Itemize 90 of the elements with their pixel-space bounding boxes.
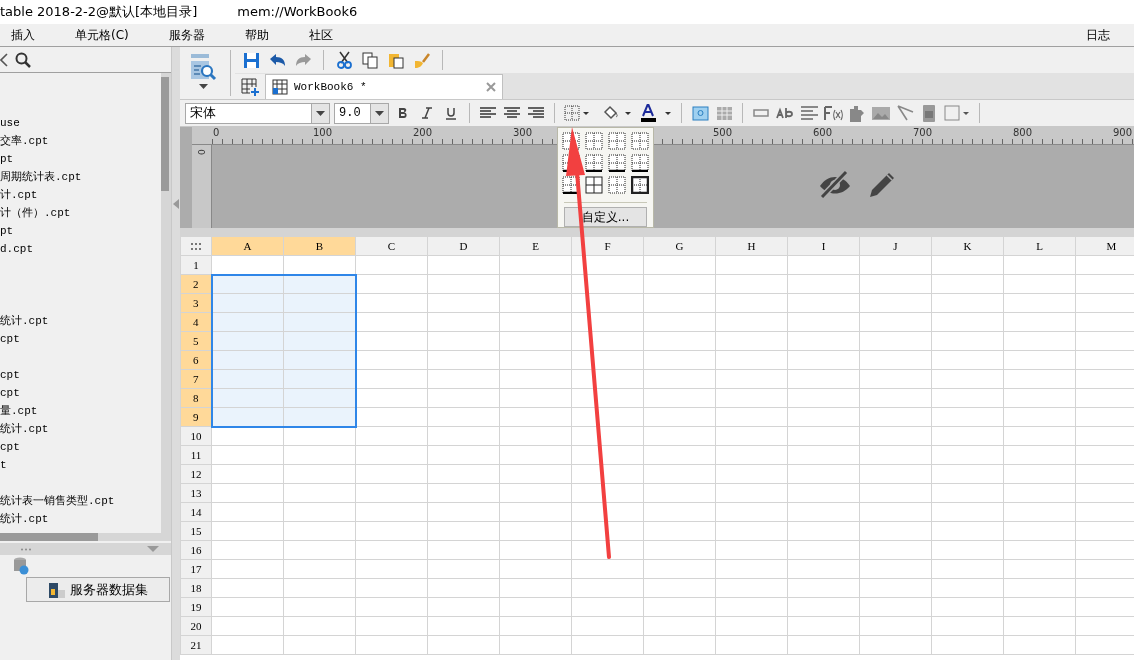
column-header[interactable]: G xyxy=(643,236,716,256)
column-header[interactable]: F xyxy=(571,236,644,256)
column-header[interactable]: B xyxy=(283,236,356,256)
custom-border-button[interactable]: 自定义... xyxy=(564,207,647,227)
preview-icon[interactable] xyxy=(189,53,217,81)
file-item[interactable]: d.cpt xyxy=(0,243,33,255)
collapse-icon[interactable] xyxy=(147,546,159,552)
log-menu-item[interactable]: 日志 xyxy=(1086,26,1110,44)
menu-item[interactable]: 插入 xyxy=(0,26,46,44)
column-header[interactable]: H xyxy=(715,236,788,256)
ruler-label: 0 xyxy=(196,149,207,155)
formula-icon[interactable] xyxy=(823,103,843,123)
caret-icon[interactable] xyxy=(375,110,384,116)
drag-handle-icon[interactable] xyxy=(20,547,32,551)
border-option-icon[interactable] xyxy=(585,176,603,194)
sheet-icon xyxy=(272,79,288,95)
paragraph-icon[interactable] xyxy=(799,103,819,123)
border-icon[interactable] xyxy=(563,103,591,123)
ruler-label: 900 xyxy=(1113,128,1133,138)
column-header[interactable]: I xyxy=(787,236,860,256)
workbook-tab[interactable]: WorkBook6 * xyxy=(265,74,503,99)
window-title: table 2018-2-2@默认[本地目录] xyxy=(0,3,198,22)
ruler-label: 800 xyxy=(1013,128,1033,138)
file-item[interactable]: 统计.cpt xyxy=(0,423,49,435)
ruler-label: 100 xyxy=(313,128,333,138)
file-item[interactable]: t xyxy=(0,459,7,471)
hidden-eye-icon[interactable] xyxy=(818,169,852,198)
chart-icon[interactable] xyxy=(847,103,867,123)
slash-line-icon[interactable] xyxy=(895,103,915,123)
column-header[interactable]: A xyxy=(211,236,284,256)
column-header[interactable]: D xyxy=(427,236,500,256)
file-item[interactable]: 统计.cpt xyxy=(0,513,49,525)
ruler-label: 700 xyxy=(913,128,933,138)
column-header[interactable]: E xyxy=(499,236,572,256)
select-all-icon[interactable] xyxy=(180,236,212,256)
server-icon xyxy=(48,580,66,599)
back-icon[interactable] xyxy=(0,52,8,67)
column-header[interactable]: J xyxy=(859,236,932,256)
column-header[interactable]: M xyxy=(1075,236,1134,256)
menu-item[interactable]: 帮助 xyxy=(233,26,280,44)
tab-label: WorkBook6 * xyxy=(294,79,367,95)
column-header[interactable]: K xyxy=(931,236,1004,256)
document-path: mem://WorkBook6 xyxy=(237,3,358,22)
copy-icon[interactable] xyxy=(360,50,380,70)
menu-item[interactable]: 服务器 xyxy=(157,26,216,44)
file-item[interactable]: 计.cpt xyxy=(0,189,38,201)
save-icon[interactable] xyxy=(241,50,261,70)
ruler-label: 600 xyxy=(813,128,833,138)
file-item[interactable]: pt xyxy=(0,153,14,165)
border-option-icon[interactable] xyxy=(585,154,603,172)
file-item[interactable]: 统计.cpt xyxy=(0,315,49,327)
file-item[interactable]: 周期统计表.cpt xyxy=(0,171,82,183)
ruler-label: 200 xyxy=(413,128,433,138)
file-item[interactable]: use xyxy=(0,117,20,129)
font-select[interactable]: 宋体 xyxy=(185,102,330,124)
file-item[interactable]: 统计表一销售类型.cpt xyxy=(0,495,115,507)
server-dataset-tab[interactable]: 服务器数据集 xyxy=(26,577,170,602)
column-header[interactable]: L xyxy=(1003,236,1076,256)
border-option-icon[interactable] xyxy=(631,176,649,194)
cell-preview-icon[interactable] xyxy=(690,103,710,123)
close-icon[interactable] xyxy=(486,82,496,92)
column-header[interactable]: C xyxy=(355,236,428,256)
menu-item[interactable]: 社区 xyxy=(297,26,344,44)
file-item[interactable]: 量.cpt xyxy=(0,405,38,417)
menu-item[interactable]: 单元格(C) xyxy=(64,26,140,44)
file-item[interactable]: pt xyxy=(0,225,14,237)
vertical-scrollbar[interactable] xyxy=(161,73,171,533)
border-option-icon[interactable] xyxy=(608,154,626,172)
ruler-label: 0 xyxy=(213,128,220,138)
table-cell[interactable] xyxy=(211,274,284,294)
database-icon[interactable] xyxy=(13,557,29,575)
horizontal-scrollbar[interactable] xyxy=(0,533,171,541)
ruler-label: 300 xyxy=(513,128,533,138)
border-option-icon[interactable] xyxy=(631,154,649,172)
font-size-select[interactable]: 9.0 xyxy=(334,102,389,124)
file-item[interactable]: 计（件）.cpt xyxy=(0,207,71,219)
cut-icon[interactable] xyxy=(334,50,354,70)
table-cell[interactable] xyxy=(283,274,356,294)
caret-icon[interactable] xyxy=(198,84,208,89)
ruler-label: 500 xyxy=(713,128,733,138)
font-color-icon[interactable] xyxy=(641,103,673,123)
search-icon[interactable] xyxy=(15,51,31,68)
file-item[interactable]: cpt xyxy=(0,387,20,399)
frozen-border-icon[interactable] xyxy=(943,103,971,123)
new-sheet-icon[interactable] xyxy=(241,77,259,96)
file-item[interactable]: cpt xyxy=(0,441,20,453)
file-item[interactable]: cpt xyxy=(0,333,20,345)
file-item[interactable]: cpt xyxy=(0,369,20,381)
file-item[interactable]: 交率.cpt xyxy=(0,135,49,147)
caret-icon[interactable] xyxy=(316,110,325,116)
